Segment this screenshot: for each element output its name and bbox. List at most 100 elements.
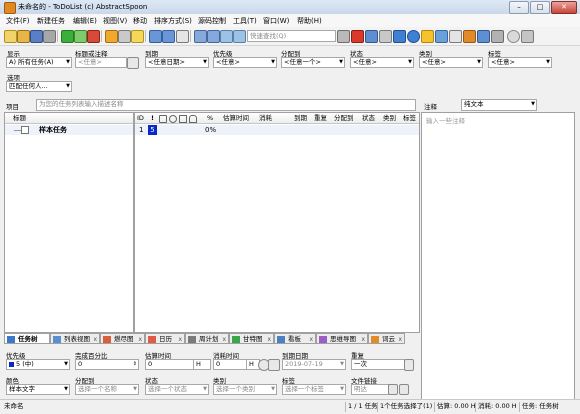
- help-icon[interactable]: [407, 30, 420, 43]
- filter-status-select[interactable]: <任意> ▼: [350, 57, 414, 68]
- col-due[interactable]: 到期: [294, 113, 307, 123]
- menu-view[interactable]: 视图(V): [103, 16, 127, 26]
- close-button[interactable]: ✕: [551, 1, 577, 14]
- col-assigned[interactable]: 分配到: [334, 113, 354, 123]
- comments-format-select[interactable]: 纯文本 ▼: [461, 99, 537, 111]
- dependency-icon[interactable]: [379, 30, 392, 43]
- filter-title-input[interactable]: <任意>: [75, 57, 127, 68]
- menu-tools[interactable]: 工具(T): [233, 16, 257, 26]
- menu-window[interactable]: 窗口(W): [263, 16, 289, 26]
- tab-gantt[interactable]: 甘特图 x: [229, 333, 274, 344]
- task-row[interactable]: 样本任务: [5, 125, 133, 135]
- open-folder-icon[interactable]: [17, 30, 30, 43]
- attr-assigned-select[interactable]: 选择一个名称 ▼: [75, 384, 139, 395]
- save-icon[interactable]: [30, 30, 43, 43]
- col-status[interactable]: 状态: [362, 113, 375, 123]
- attr-tags-select[interactable]: 选择一个标签 ▼: [282, 384, 346, 395]
- filter-due-select[interactable]: <任意日期> ▼: [145, 57, 209, 68]
- attr-color-select[interactable]: 样本文字 ▼: [6, 384, 70, 395]
- menu-help[interactable]: 帮助(H): [297, 16, 322, 26]
- paperclip-col-icon[interactable]: [179, 115, 187, 123]
- attr-due-date-picker[interactable]: 2019-07-19 ▼: [282, 359, 346, 370]
- new-task-icon[interactable]: [61, 30, 74, 43]
- col-category[interactable]: 类别: [383, 113, 396, 123]
- new-file-icon[interactable]: [4, 30, 17, 43]
- task-checkbox[interactable]: [21, 126, 29, 134]
- export-icon[interactable]: [463, 30, 476, 43]
- comments-panel[interactable]: 输入一些注释: [421, 112, 575, 400]
- move-down-icon[interactable]: [207, 30, 220, 43]
- minimize-button[interactable]: –: [509, 1, 529, 14]
- tree-title-header[interactable]: 标题: [13, 113, 26, 123]
- spinner-icon[interactable]: ⇕: [133, 360, 137, 369]
- tab-wordcloud[interactable]: 词云 x: [368, 333, 405, 344]
- task-priority-badge[interactable]: 5: [148, 125, 157, 135]
- recurrence-icon[interactable]: [365, 30, 378, 43]
- star-icon[interactable]: [421, 30, 434, 43]
- attr-category-select[interactable]: 选择一个类别 ▼: [213, 384, 277, 395]
- attr-recurrence-input[interactable]: 一次: [351, 359, 405, 370]
- image-icon[interactable]: [435, 30, 448, 43]
- filter-show-select[interactable]: A) 所有任务(A) ▼: [6, 57, 72, 68]
- tab-task-tree[interactable]: 任务树: [4, 333, 50, 344]
- col-tags[interactable]: 标签: [403, 113, 416, 123]
- attr-filelink-input[interactable]: 明达: [351, 384, 389, 395]
- attr-estimate-input[interactable]: 0: [145, 359, 194, 370]
- clock-col-icon[interactable]: [169, 115, 177, 123]
- close-icon[interactable]: x: [93, 334, 97, 345]
- filter-tags-select[interactable]: <任意> ▼: [488, 57, 552, 68]
- close-icon[interactable]: x: [361, 334, 365, 345]
- menu-sort[interactable]: 排序方式(S): [154, 16, 192, 26]
- tool-icon[interactable]: [521, 30, 534, 43]
- menu-file[interactable]: 文件(F): [6, 16, 30, 26]
- prev-icon[interactable]: [220, 30, 233, 43]
- delete-task-icon[interactable]: [87, 30, 100, 43]
- attr-percent-input[interactable]: 0 ⇕: [75, 359, 139, 370]
- undo-icon[interactable]: [149, 30, 162, 43]
- redo-icon[interactable]: [162, 30, 175, 43]
- col-id[interactable]: ID: [137, 113, 144, 123]
- project-name-input[interactable]: 为您的任务列表输入描述名称: [36, 99, 416, 111]
- col-recurrence[interactable]: 重复: [314, 113, 327, 123]
- move-up-icon[interactable]: [194, 30, 207, 43]
- plugin-icon[interactable]: [491, 30, 504, 43]
- menu-new-task[interactable]: 新建任务: [37, 16, 65, 26]
- tab-burndown[interactable]: 燃尽图 x: [100, 333, 145, 344]
- menu-edit[interactable]: 编辑(E): [73, 16, 97, 26]
- comments-text-area[interactable]: 输入一些注释: [426, 115, 465, 125]
- close-icon[interactable]: x: [267, 334, 271, 345]
- tab-mindmap[interactable]: 思维导图 x: [316, 333, 368, 344]
- print-icon[interactable]: [43, 30, 56, 43]
- tab-kanban[interactable]: 看板 x: [274, 333, 316, 344]
- filter-icon[interactable]: [337, 30, 350, 43]
- close-icon[interactable]: x: [222, 334, 226, 345]
- new-subtask-icon[interactable]: [74, 30, 87, 43]
- task-title[interactable]: 样本任务: [39, 125, 67, 135]
- col-priority[interactable]: !: [151, 113, 154, 123]
- clear-icon[interactable]: [507, 30, 520, 43]
- browse-button[interactable]: [399, 384, 409, 395]
- delete-icon[interactable]: [351, 30, 364, 43]
- bell-icon[interactable]: [131, 30, 144, 43]
- next-icon[interactable]: [233, 30, 246, 43]
- mail-icon[interactable]: [449, 30, 462, 43]
- menu-move[interactable]: 移动: [133, 16, 147, 26]
- lock-icon[interactable]: [118, 30, 131, 43]
- menu-source-control[interactable]: 源码控制: [198, 16, 226, 26]
- attr-spent-input[interactable]: 0: [213, 359, 247, 370]
- attr-priority-select[interactable]: 5 (中) ▼: [6, 359, 70, 370]
- tab-calendar[interactable]: 日历 x: [145, 333, 185, 344]
- add-time-icon[interactable]: [268, 359, 280, 371]
- folder-icon[interactable]: [388, 384, 398, 395]
- filter-assigned-select[interactable]: <任意一个> ▼: [281, 57, 345, 68]
- edit-icon[interactable]: [105, 30, 118, 43]
- close-icon[interactable]: x: [398, 334, 402, 345]
- col-percent[interactable]: %: [207, 113, 213, 123]
- maximize-button[interactable]: □: [530, 1, 550, 14]
- recurrence-options-button[interactable]: [404, 359, 414, 371]
- close-icon[interactable]: x: [138, 334, 142, 345]
- settings-icon[interactable]: [393, 30, 406, 43]
- tab-week-planner[interactable]: 周计划 x: [185, 333, 229, 344]
- task-row-columns[interactable]: 1 5 0%: [135, 125, 419, 135]
- attr-estimate-unit[interactable]: H: [193, 359, 211, 370]
